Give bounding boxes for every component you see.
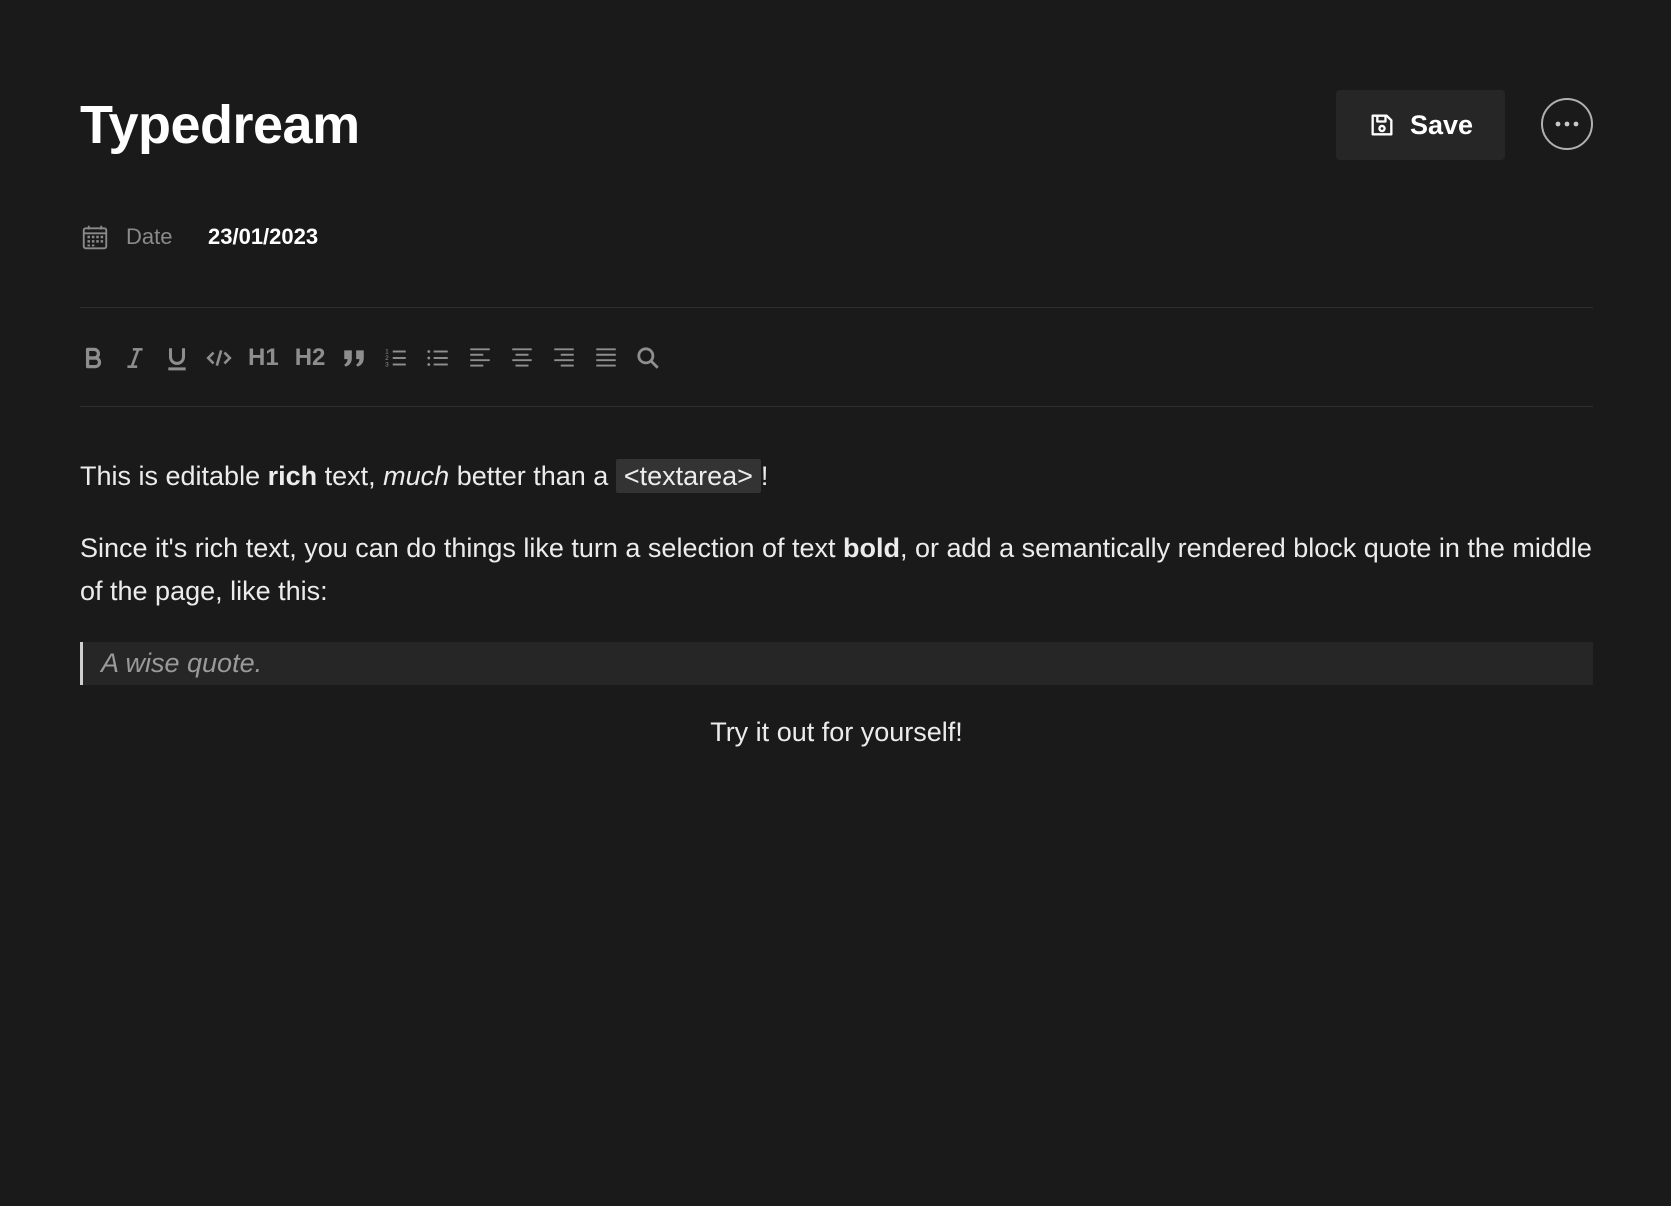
paragraph-2[interactable]: Since it's rich text, you can do things … [80,527,1593,613]
code-icon [206,350,232,366]
inline-code: <textarea> [615,459,761,493]
text: ! [760,461,769,491]
align-justify-button[interactable] [593,338,619,378]
editor-page: Typedream Save Date 23/01/2023 H1 H2 1 2… [0,0,1671,1206]
align-left-icon [470,348,491,367]
align-left-button[interactable] [467,338,493,378]
heading2-button[interactable]: H2 [295,338,326,378]
bulleted-list-button[interactable] [425,338,451,378]
numbered-list-icon: 1 2 3 [386,349,407,369]
date-value[interactable]: 23/01/2023 [208,224,318,250]
italic-button[interactable] [122,338,148,378]
header: Typedream Save [80,90,1593,162]
bold-text: bold [843,533,901,563]
bold-button[interactable] [80,338,106,378]
quote-icon [344,350,365,367]
formatting-toolbar: H1 H2 1 2 3 [80,336,677,380]
heading1-button[interactable]: H1 [248,338,279,378]
align-right-icon [554,348,575,367]
align-justify-icon [596,348,617,367]
text: better than a [449,461,616,491]
text: Since it's rich text, you can do things … [80,533,844,563]
save-label: Save [1409,109,1474,140]
code-button[interactable] [206,338,232,378]
more-options-button[interactable] [1541,98,1593,150]
paragraph-1[interactable]: This is editable rich text, much better … [80,455,1593,498]
paragraph-centered[interactable]: Try it out for yourself! [80,711,1593,754]
bulleted-list-icon [427,350,449,366]
underline-icon [168,348,186,371]
bold-icon [85,347,102,369]
italic-icon [127,348,143,368]
ellipsis-icon [1555,121,1579,127]
text: text, [317,461,384,491]
date-property: Date 23/01/2023 [80,220,318,254]
date-label: Date [126,224,173,249]
align-right-button[interactable] [551,338,577,378]
divider-bottom [80,406,1593,407]
align-center-button[interactable] [509,338,535,378]
underline-button[interactable] [164,338,190,378]
bold-text: rich [267,461,318,491]
search-button[interactable] [635,338,661,378]
save-button[interactable]: Save [1336,90,1505,160]
calendar-icon [82,225,108,250]
numbered-list-button[interactable]: 1 2 3 [383,338,409,378]
divider-top [80,307,1593,308]
save-icon [1371,114,1393,136]
page-title: Typedream [80,95,360,155]
italic-text: much [383,461,450,491]
blockquote-button[interactable] [341,338,367,378]
rich-text-editor[interactable]: This is editable rich text, much better … [80,455,1593,783]
search-icon [637,347,660,369]
align-center-icon [512,348,533,367]
block-quote[interactable]: A wise quote. [80,642,1593,685]
svg-text:3: 3 [386,362,390,369]
text: This is editable [80,461,268,491]
